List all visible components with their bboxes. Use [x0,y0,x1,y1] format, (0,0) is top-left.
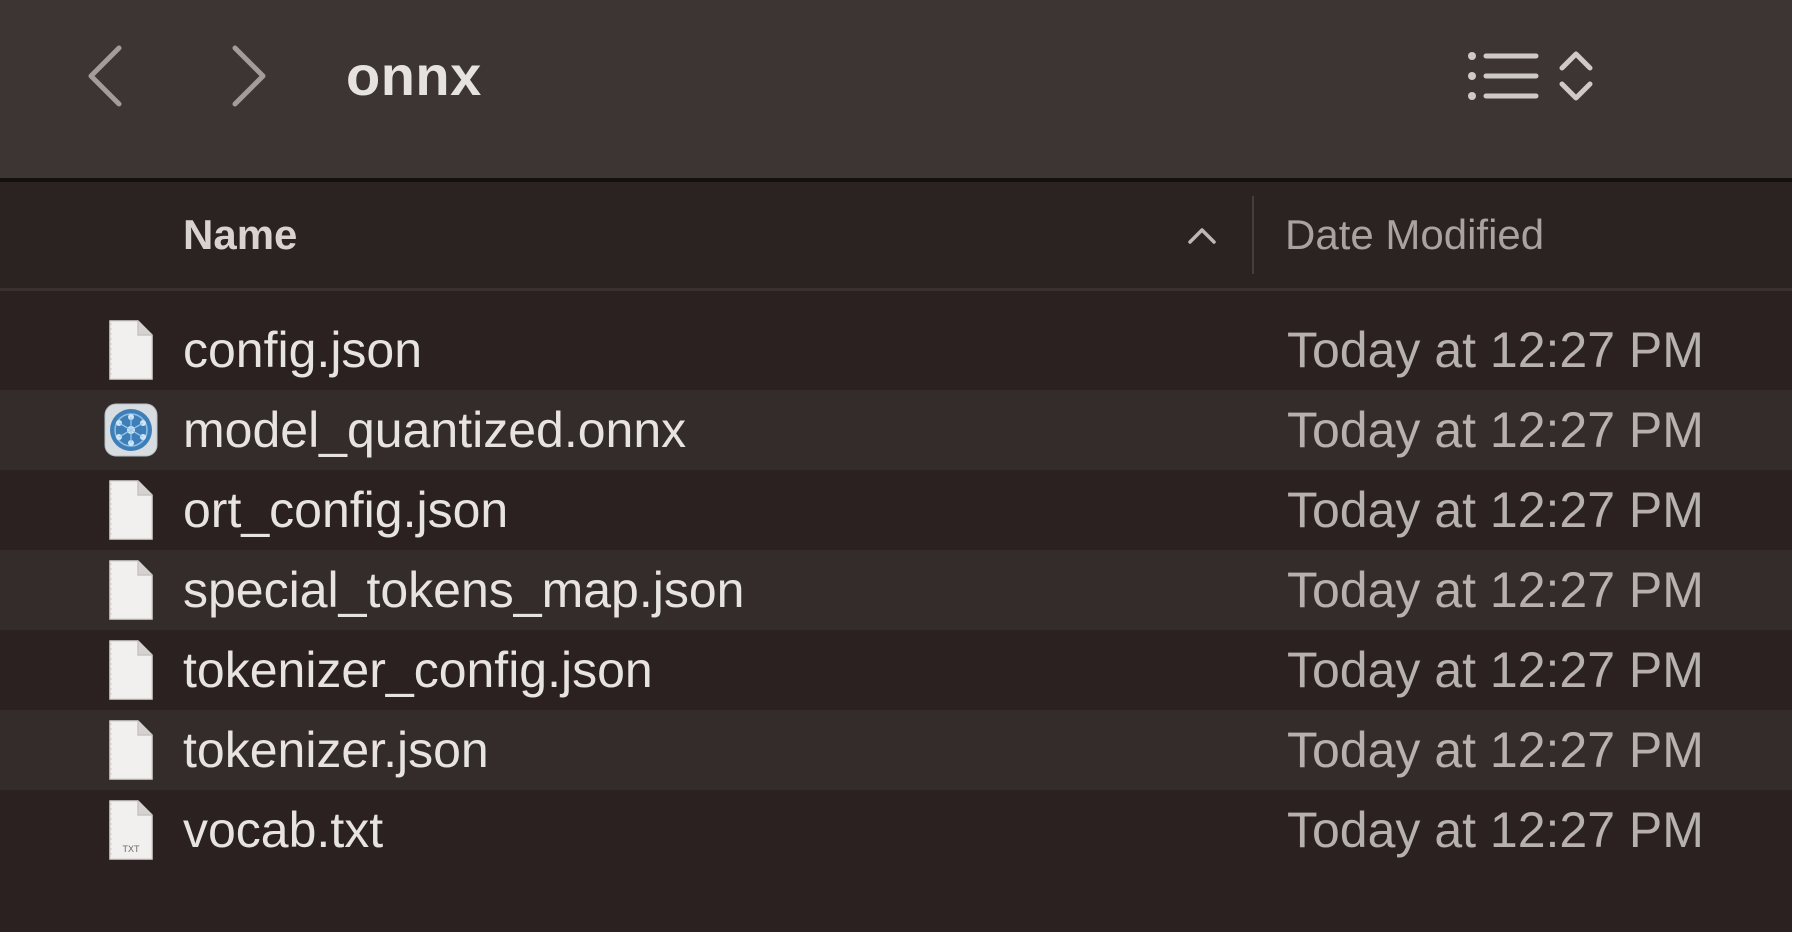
document-icon [109,320,153,380]
file-date: Today at 12:27 PM [1287,482,1704,538]
file-date: Today at 12:27 PM [1287,642,1704,698]
file-row-tokenizer-config-json[interactable]: tokenizer_config.json Today at 12:27 PM [0,630,1792,710]
window-title: onnx [346,44,482,107]
chevron-right-icon [232,45,266,107]
finder-window: onnx Name Date Modified config.json Toda… [0,0,1792,932]
empty-list-area[interactable] [0,870,1792,932]
column-separator[interactable] [1252,196,1254,274]
file-date: Today at 12:27 PM [1287,722,1704,778]
file-name: tokenizer_config.json [183,642,653,698]
list-view-icon [1468,52,1539,100]
file-date: Today at 12:27 PM [1287,322,1704,378]
file-date: Today at 12:27 PM [1287,802,1704,858]
onnx-model-icon [104,403,158,457]
file-name: config.json [183,322,423,378]
text-file-icon: TXT [109,800,153,860]
file-date: Today at 12:27 PM [1287,402,1704,458]
file-row-special-tokens-map-json[interactable]: special_tokens_map.json Today at 12:27 P… [0,550,1792,630]
name-column-header[interactable]: Name [183,182,297,288]
file-row-config-json[interactable]: config.json Today at 12:27 PM [0,310,1792,390]
date-modified-column-header[interactable]: Date Modified [1285,182,1544,288]
document-icon [109,480,153,540]
file-name: vocab.txt [183,802,384,858]
document-icon [109,640,153,700]
file-name: ort_config.json [183,482,509,538]
document-icon [109,560,153,620]
chevron-up-icon[interactable] [1182,220,1222,250]
forward-button[interactable] [213,40,285,112]
chevron-up-down-icon [1559,51,1593,101]
file-row-model-quantized-onnx[interactable]: model_quantized.onnx Today at 12:27 PM [0,390,1792,470]
header-divider [0,288,1792,291]
chevron-left-icon [88,45,122,107]
column-header: Name Date Modified [0,182,1792,288]
view-options-button[interactable] [1466,40,1598,112]
file-row-ort-config-json[interactable]: ort_config.json Today at 12:27 PM [0,470,1792,550]
file-date: Today at 12:27 PM [1287,562,1704,618]
file-name: tokenizer.json [183,722,489,778]
file-row-tokenizer-json[interactable]: tokenizer.json Today at 12:27 PM [0,710,1792,790]
toolbar: onnx [0,0,1792,178]
document-icon [109,720,153,780]
file-row-vocab-txt[interactable]: TXT vocab.txt Today at 12:27 PM [0,790,1792,870]
file-name: model_quantized.onnx [183,402,687,458]
back-button[interactable] [69,40,141,112]
file-list: config.json Today at 12:27 PM model_quan… [0,310,1792,870]
txt-badge-label: TXT [123,844,141,854]
file-name: special_tokens_map.json [183,562,745,618]
